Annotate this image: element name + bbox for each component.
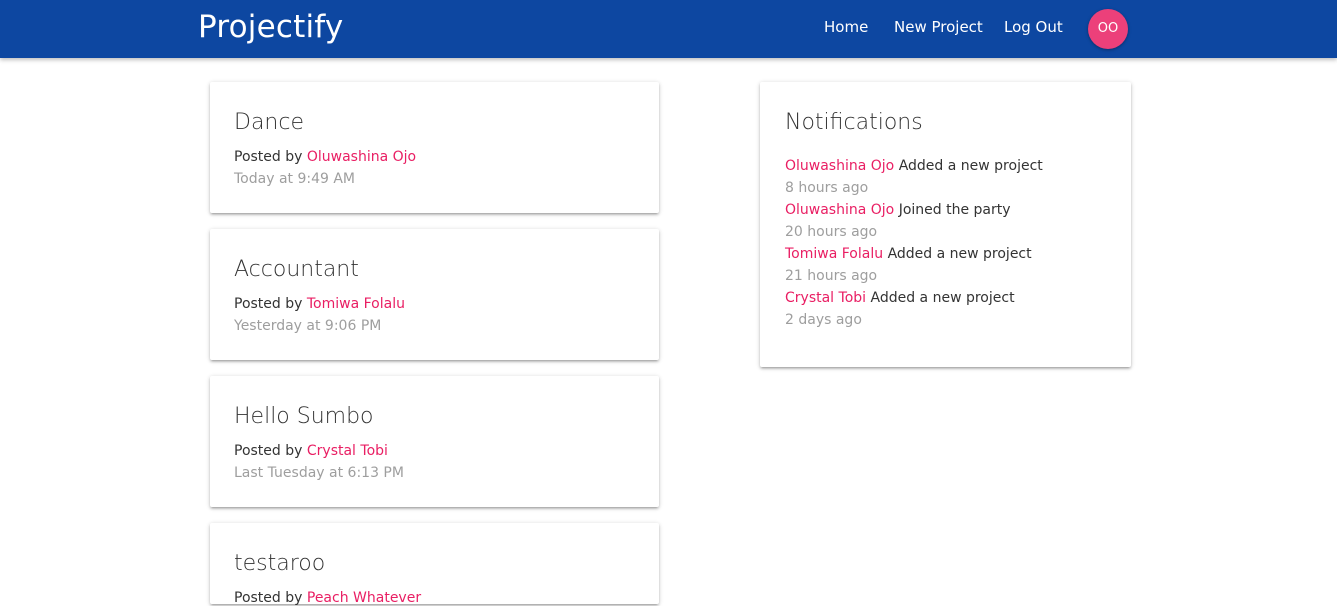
project-posted-by: Posted by Tomiwa Folalu [234, 296, 405, 312]
project-title: Hello Sumbo [234, 404, 374, 429]
notification-content: Added a new project [887, 246, 1032, 262]
project-posted-by: Posted by Oluwashina Ojo [234, 149, 416, 165]
project-card[interactable]: Hello Sumbo Posted by Crystal Tobi Last … [210, 376, 659, 507]
notifications-list: Oluwashina Ojo Added a new project 8 hou… [785, 155, 1043, 331]
notification-item: Tomiwa Folalu Added a new project 21 hou… [785, 243, 1043, 287]
notification-user: Crystal Tobi [785, 290, 867, 306]
project-date: Today at 9:49 AM [234, 171, 356, 187]
notification-content: Added a new project [898, 158, 1043, 174]
notification-user: Tomiwa Folalu [785, 246, 884, 262]
notification-user: Oluwashina Ojo [785, 158, 895, 174]
notification-content: Added a new project [870, 290, 1015, 306]
top-navbar: Projectify Home New Project Log Out OO [0, 0, 1337, 58]
brand-logo-link[interactable]: Projectify [198, 9, 343, 45]
project-author: Crystal Tobi [306, 443, 388, 459]
project-title: testaroo [234, 551, 326, 576]
notification-time: 20 hours ago [785, 224, 878, 240]
project-posted-by: Posted by Crystal Tobi [234, 443, 388, 459]
posted-by-label: Posted by [234, 149, 303, 165]
project-card[interactable]: Dance Posted by Oluwashina Ojo Today at … [210, 82, 659, 213]
nav-link-new-project[interactable]: New Project [894, 18, 983, 36]
notification-content: Joined the party [898, 202, 1011, 218]
project-card[interactable]: Accountant Posted by Tomiwa Folalu Yeste… [210, 229, 659, 360]
notifications-card: Notifications Oluwashina Ojo Added a new… [760, 82, 1131, 367]
notification-user: Oluwashina Ojo [785, 202, 895, 218]
notification-time: 21 hours ago [785, 268, 878, 284]
project-date: Yesterday at 9:06 PM [234, 318, 382, 334]
nav-link-log-out[interactable]: Log Out [1004, 18, 1063, 36]
nav-link-home[interactable]: Home [824, 18, 868, 36]
notification-time: 2 days ago [785, 312, 862, 328]
project-title: Accountant [234, 257, 359, 282]
notification-time: 8 hours ago [785, 180, 869, 196]
project-date: Last Tuesday at 6:13 PM [234, 465, 404, 481]
project-author: Tomiwa Folalu [306, 296, 405, 312]
notification-item: Oluwashina Ojo Added a new project 8 hou… [785, 155, 1043, 199]
posted-by-label: Posted by [234, 443, 303, 459]
posted-by-label: Posted by [234, 296, 303, 312]
project-card[interactable]: testaroo Posted by Peach Whatever [210, 523, 659, 606]
notification-item: Crystal Tobi Added a new project 2 days … [785, 287, 1043, 331]
project-title: Dance [234, 110, 304, 135]
user-avatar[interactable]: OO [1088, 9, 1128, 49]
notification-item: Oluwashina Ojo Joined the party 20 hours… [785, 199, 1043, 243]
notifications-title: Notifications [785, 110, 923, 135]
project-author: Oluwashina Ojo [306, 149, 417, 165]
